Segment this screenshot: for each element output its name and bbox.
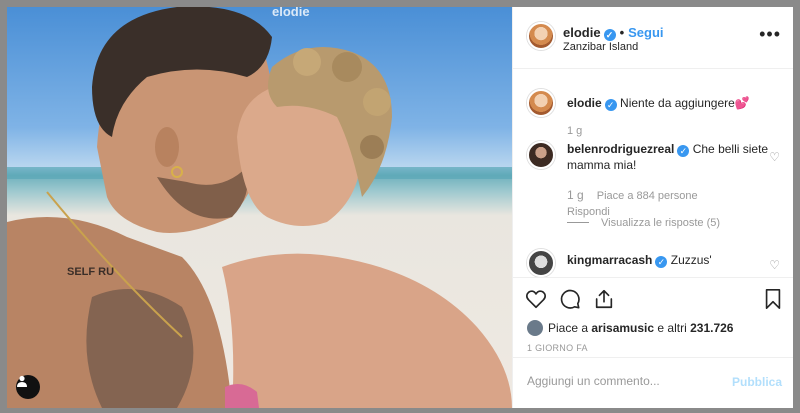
comment-input[interactable] bbox=[527, 374, 717, 388]
caption-text: Niente da aggiungere💕 bbox=[620, 96, 750, 110]
like-comment-heart-icon[interactable]: ♡ bbox=[769, 257, 780, 273]
verified-badge-icon: ✓ bbox=[604, 99, 617, 111]
commenter-avatar[interactable] bbox=[527, 249, 555, 277]
more-dots-icon[interactable]: ••• bbox=[759, 25, 781, 43]
person-icon bbox=[17, 375, 27, 387]
follow-button[interactable]: Segui bbox=[628, 25, 663, 40]
svg-text:SELF RU: SELF RU bbox=[67, 266, 114, 278]
bookmark-icon[interactable] bbox=[763, 288, 783, 310]
photo-overlay-username: elodie bbox=[272, 7, 310, 19]
post-actions: Piace a arisamusic e altri 231.726 1 GIO… bbox=[513, 277, 793, 357]
location-link[interactable]: Zanzibar Island bbox=[563, 41, 638, 53]
photo-illustration: SELF RU bbox=[7, 7, 512, 408]
add-comment-bar: Pubblica bbox=[513, 357, 793, 408]
comment-item: belenrodriguezreal ✓ Che belli siete mamm… bbox=[527, 141, 782, 220]
post-timestamp[interactable]: 1 GIORNO FA bbox=[527, 343, 588, 353]
commenter-avatar[interactable] bbox=[527, 141, 555, 169]
post-header: elodie ✓ • Segui Zanzibar Island ••• bbox=[513, 7, 793, 69]
heart-icon[interactable] bbox=[525, 288, 547, 310]
replies-divider bbox=[567, 222, 589, 223]
post-photo[interactable]: SELF RU elodie bbox=[7, 7, 512, 408]
comment-likes-count[interactable]: Piace a 884 persone bbox=[597, 190, 698, 202]
verified-badge-icon: ✓ bbox=[603, 29, 616, 41]
likes-summary[interactable]: Piace a arisamusic e altri 231.726 bbox=[527, 320, 733, 336]
view-replies-link[interactable]: Visualizza le risposte (5) bbox=[567, 217, 720, 229]
user-tag-button[interactable] bbox=[16, 375, 40, 399]
author-avatar[interactable] bbox=[527, 22, 555, 50]
caption-avatar[interactable] bbox=[527, 89, 555, 117]
publish-button[interactable]: Pubblica bbox=[732, 375, 782, 389]
caption-username[interactable]: elodie bbox=[567, 96, 602, 110]
post-modal: SELF RU elodie elodie ✓ • Segui Zanzibar Is… bbox=[7, 7, 793, 408]
comment-item: kingmarracash ✓ Zuzzus' ♡ bbox=[527, 249, 782, 277]
post-side-panel: elodie ✓ • Segui Zanzibar Island ••• elodie… bbox=[512, 7, 793, 408]
liker-avatar bbox=[527, 320, 543, 336]
verified-badge-icon: ✓ bbox=[677, 145, 690, 157]
comment-text: Zuzzus' bbox=[670, 253, 712, 267]
likes-prefix: Piace a bbox=[548, 321, 592, 335]
caption: elodie ✓ Niente da aggiungere💕 1 g bbox=[527, 89, 782, 139]
comment-icon[interactable] bbox=[559, 288, 581, 310]
comment-time: 1 g bbox=[567, 188, 584, 202]
likes-mid: e altri bbox=[654, 321, 691, 335]
comments-list[interactable]: elodie ✓ Niente da aggiungere💕 1 g belenr… bbox=[513, 69, 793, 277]
likes-count[interactable]: 231.726 bbox=[690, 321, 733, 335]
like-comment-heart-icon[interactable]: ♡ bbox=[769, 149, 780, 165]
share-icon[interactable] bbox=[593, 288, 615, 310]
commenter-username[interactable]: belenrodriguezreal bbox=[567, 142, 674, 156]
author-username[interactable]: elodie bbox=[563, 25, 601, 40]
liker-username[interactable]: arisamusic bbox=[591, 321, 654, 335]
view-replies-label: Visualizza le risposte (5) bbox=[601, 217, 721, 229]
verified-badge-icon: ✓ bbox=[655, 256, 668, 268]
commenter-username[interactable]: kingmarracash bbox=[567, 253, 652, 267]
caption-time: 1 g bbox=[567, 125, 583, 137]
separator-dot: • bbox=[619, 25, 625, 40]
